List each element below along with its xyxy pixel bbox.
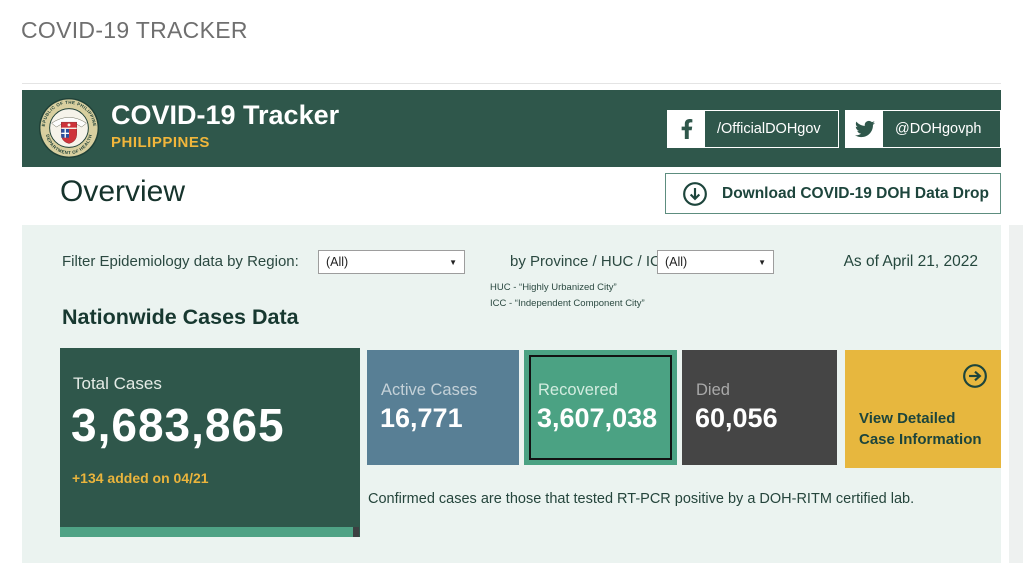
twitter-handle: @DOHgovph	[895, 121, 982, 137]
huc-footnote: HUC - “Highly Urbanized City”	[490, 282, 617, 293]
region-select-value: (All)	[326, 255, 349, 269]
bar-died-segment	[353, 527, 359, 537]
view-detailed-line1: View Detailed	[859, 410, 956, 427]
facebook-link[interactable]: /OfficialDOHgov	[667, 110, 839, 148]
cases-proportion-bar	[60, 527, 360, 537]
died-cases-card[interactable]: Died 60,056	[682, 350, 837, 465]
active-cases-label: Active Cases	[381, 381, 478, 399]
region-filter-label: Filter Epidemiology data by Region:	[62, 253, 299, 270]
twitter-icon	[846, 111, 883, 147]
covid-dashboard: REPUBLIC OF THE PHILIPPINES DEPARTMENT O…	[22, 90, 1001, 563]
page: COVID-19 TRACKER REPUBLIC OF THE PHILIPP…	[0, 0, 1023, 563]
facebook-handle: /OfficialDOHgov	[717, 121, 821, 137]
total-cases-card[interactable]: Total Cases 3,683,865 +134 added on 04/2…	[60, 348, 360, 537]
divider	[22, 83, 1001, 84]
chevron-down-icon: ▼	[449, 257, 457, 267]
facebook-icon	[668, 111, 705, 147]
arrow-right-icon	[963, 364, 987, 388]
overview-title: Overview	[60, 175, 186, 208]
chevron-down-icon: ▼	[758, 257, 766, 267]
total-cases-delta: +134 added on 04/21	[72, 470, 209, 486]
province-select[interactable]: (All) ▼	[657, 250, 774, 274]
recovered-cases-card[interactable]: Recovered 3,607,038	[524, 350, 677, 465]
download-icon	[683, 181, 707, 206]
page-title: COVID-19 TRACKER	[21, 17, 248, 43]
twitter-link[interactable]: @DOHgovph	[845, 110, 1001, 148]
view-detailed-line2: Case Information	[859, 431, 982, 448]
total-cases-label: Total Cases	[73, 374, 162, 393]
active-cases-card[interactable]: Active Cases 16,771	[367, 350, 519, 465]
icc-footnote: ICC - “Independent Component City”	[490, 298, 645, 309]
active-cases-value: 16,771	[380, 403, 463, 433]
region-select[interactable]: (All) ▼	[318, 250, 465, 274]
view-detailed-card[interactable]: View Detailed Case Information	[845, 350, 1001, 468]
province-select-value: (All)	[665, 255, 688, 269]
doh-seal-logo: REPUBLIC OF THE PHILIPPINES DEPARTMENT O…	[38, 97, 100, 159]
died-cases-value: 60,056	[695, 403, 778, 433]
content-panel: Filter Epidemiology data by Region: (All…	[22, 225, 1001, 563]
recovered-cases-label: Recovered	[538, 381, 618, 399]
header-title-block: COVID-19 Tracker PHILIPPINES	[111, 100, 340, 151]
download-label: Download COVID-19 DOH Data Drop	[722, 184, 989, 202]
confirmed-cases-note: Confirmed cases are those that tested RT…	[368, 491, 915, 507]
dashboard-title: COVID-19 Tracker	[111, 100, 340, 130]
view-detailed-label: View Detailed Case Information	[859, 408, 982, 450]
dashboard-header: REPUBLIC OF THE PHILIPPINES DEPARTMENT O…	[22, 90, 1001, 167]
section-title: Nationwide Cases Data	[62, 305, 299, 329]
died-cases-label: Died	[696, 381, 730, 399]
download-button[interactable]: Download COVID-19 DOH Data Drop	[665, 173, 1001, 214]
bar-recovered-segment	[60, 527, 354, 537]
as-of-date: As of April 21, 2022	[843, 253, 978, 270]
total-cases-value: 3,683,865	[71, 399, 285, 451]
overview-band: Overview Download COVID-19 DOH Data Drop	[22, 167, 1001, 225]
province-filter-label: by Province / HUC / ICC:	[510, 253, 676, 270]
scrollbar[interactable]	[1009, 225, 1023, 563]
recovered-cases-value: 3,607,038	[537, 403, 658, 433]
dashboard-subtitle: PHILIPPINES	[111, 133, 210, 151]
